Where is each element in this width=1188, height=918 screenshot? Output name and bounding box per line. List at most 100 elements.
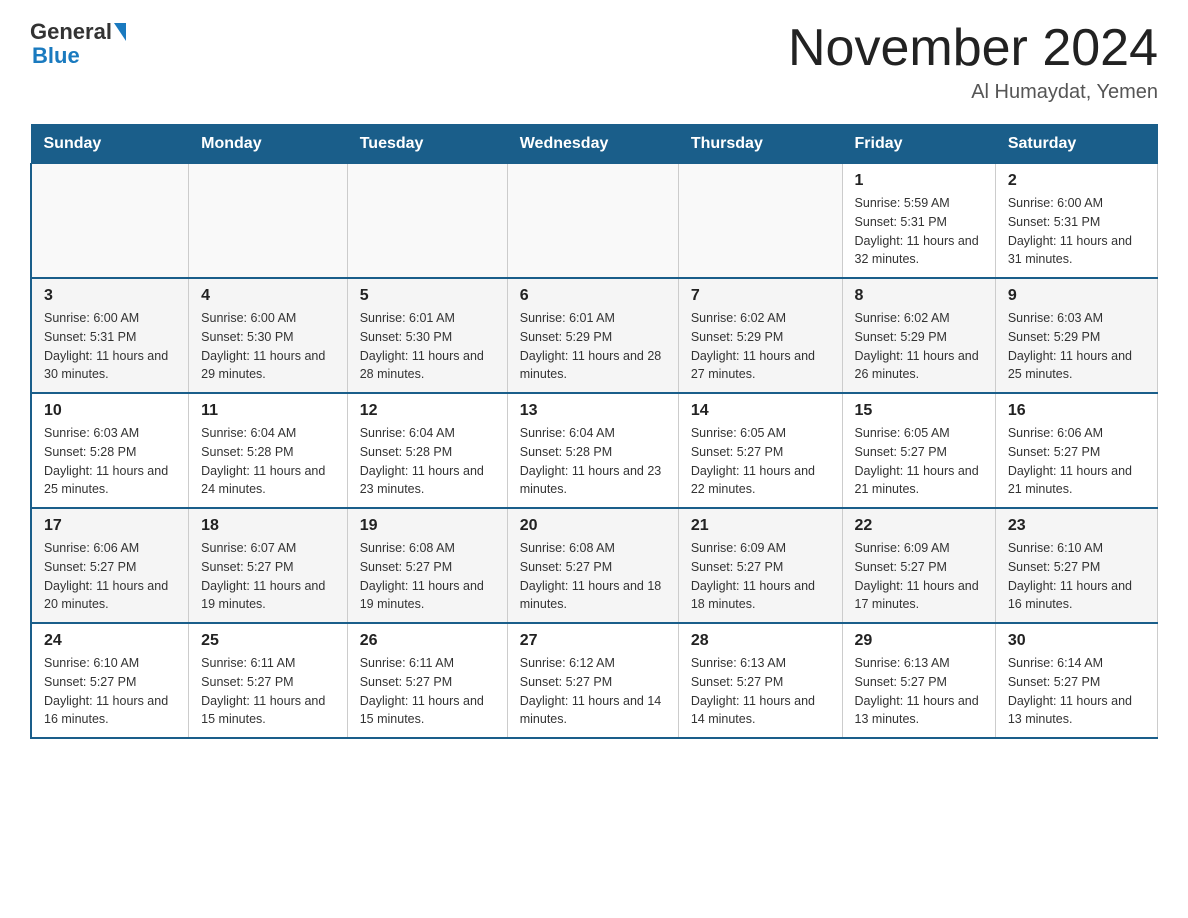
day-number: 18 (201, 517, 335, 535)
logo-triangle-icon (114, 23, 126, 41)
logo-text-blue: Blue (30, 44, 126, 68)
day-info: Sunrise: 6:10 AMSunset: 5:27 PMDaylight:… (44, 654, 176, 729)
calendar-cell: 8Sunrise: 6:02 AMSunset: 5:29 PMDaylight… (842, 278, 995, 393)
calendar-cell: 5 Sunrise: 6:01 AMSunset: 5:30 PMDaylight… (347, 278, 507, 393)
calendar-cell: 15 Sunrise: 6:05 AMSunset: 5:27 PMDayligh… (842, 393, 995, 508)
calendar-cell: 11 Sunrise: 6:04 AMSunset: 5:28 PMDayligh… (189, 393, 348, 508)
logo: General Blue (30, 20, 126, 68)
calendar-cell: 21 Sunrise: 6:09 AMSunset: 5:27 PMDayligh… (678, 508, 842, 623)
day-info: Sunrise: 6:04 AMSunset: 5:28 PMDaylight:… (360, 424, 495, 499)
calendar-cell: 9Sunrise: 6:03 AMSunset: 5:29 PMDaylight… (995, 278, 1157, 393)
day-info: Sunrise: 6:05 AMSunset: 5:27 PMDaylight:… (691, 424, 830, 499)
day-number: 19 (360, 517, 495, 535)
calendar-cell: 1 Sunrise: 5:59 AMSunset: 5:31 PMDaylight… (842, 164, 995, 279)
header-cell-sunday: Sunday (31, 125, 189, 164)
day-info: Sunrise: 6:01 AMSunset: 5:29 PMDaylight:… (520, 309, 666, 384)
calendar-cell: 3 Sunrise: 6:00 AMSunset: 5:31 PMDaylight… (31, 278, 189, 393)
header-cell-monday: Monday (189, 125, 348, 164)
title-section: November 2024 Al Humaydat, Yemen (788, 20, 1158, 104)
calendar-cell: 13 Sunrise: 6:04 AMSunset: 5:28 PMDayligh… (507, 393, 678, 508)
day-number: 30 (1008, 632, 1145, 650)
day-number: 2 (1008, 172, 1145, 190)
day-info: Sunrise: 6:01 AMSunset: 5:30 PMDaylight:… (360, 309, 495, 384)
day-number: 21 (691, 517, 830, 535)
calendar-cell: 20 Sunrise: 6:08 AMSunset: 5:27 PMDayligh… (507, 508, 678, 623)
day-info: Sunrise: 6:09 AMSunset: 5:27 PMDaylight:… (855, 539, 983, 614)
header-cell-saturday: Saturday (995, 125, 1157, 164)
day-info: Sunrise: 5:59 AMSunset: 5:31 PMDaylight:… (855, 194, 983, 269)
day-info: Sunrise: 6:08 AMSunset: 5:27 PMDaylight:… (360, 539, 495, 614)
day-info: Sunrise: 6:09 AMSunset: 5:27 PMDaylight:… (691, 539, 830, 614)
calendar-cell: 19 Sunrise: 6:08 AMSunset: 5:27 PMDayligh… (347, 508, 507, 623)
day-number: 1 (855, 172, 983, 190)
calendar-cell (678, 164, 842, 279)
day-info: Sunrise: 6:06 AMSunset: 5:27 PMDaylight:… (44, 539, 176, 614)
calendar-cell: 10Sunrise: 6:03 AMSunset: 5:28 PMDayligh… (31, 393, 189, 508)
calendar-cell: 27 Sunrise: 6:12 AMSunset: 5:27 PMDayligh… (507, 623, 678, 738)
day-number: 3 (44, 287, 176, 305)
day-number: 26 (360, 632, 495, 650)
calendar-cell: 23Sunrise: 6:10 AMSunset: 5:27 PMDayligh… (995, 508, 1157, 623)
day-number: 16 (1008, 402, 1145, 420)
day-number: 28 (691, 632, 830, 650)
header-cell-thursday: Thursday (678, 125, 842, 164)
calendar-cell: 24Sunrise: 6:10 AMSunset: 5:27 PMDayligh… (31, 623, 189, 738)
calendar-week-5: 24Sunrise: 6:10 AMSunset: 5:27 PMDayligh… (31, 623, 1158, 738)
calendar-cell (507, 164, 678, 279)
location-subtitle: Al Humaydat, Yemen (788, 81, 1158, 104)
calendar-cell (31, 164, 189, 279)
page-header: General Blue November 2024 Al Humaydat, … (30, 20, 1158, 104)
calendar-week-1: 1 Sunrise: 5:59 AMSunset: 5:31 PMDaylight… (31, 164, 1158, 279)
day-info: Sunrise: 6:04 AMSunset: 5:28 PMDaylight:… (201, 424, 335, 499)
calendar-cell: 14 Sunrise: 6:05 AMSunset: 5:27 PMDayligh… (678, 393, 842, 508)
day-info: Sunrise: 6:07 AMSunset: 5:27 PMDaylight:… (201, 539, 335, 614)
day-number: 20 (520, 517, 666, 535)
day-number: 9 (1008, 287, 1145, 305)
day-info: Sunrise: 6:03 AMSunset: 5:28 PMDaylight:… (44, 424, 176, 499)
calendar-cell: 29Sunrise: 6:13 AMSunset: 5:27 PMDayligh… (842, 623, 995, 738)
calendar-cell: 30Sunrise: 6:14 AMSunset: 5:27 PMDayligh… (995, 623, 1157, 738)
calendar-body: 1 Sunrise: 5:59 AMSunset: 5:31 PMDaylight… (31, 164, 1158, 739)
calendar-cell: 22Sunrise: 6:09 AMSunset: 5:27 PMDayligh… (842, 508, 995, 623)
calendar-cell: 17 Sunrise: 6:06 AMSunset: 5:27 PMDayligh… (31, 508, 189, 623)
calendar-cell: 6Sunrise: 6:01 AMSunset: 5:29 PMDaylight… (507, 278, 678, 393)
logo-text-general: General (30, 20, 112, 44)
calendar-cell (189, 164, 348, 279)
calendar-cell (347, 164, 507, 279)
day-info: Sunrise: 6:06 AMSunset: 5:27 PMDaylight:… (1008, 424, 1145, 499)
calendar-cell: 25 Sunrise: 6:11 AMSunset: 5:27 PMDayligh… (189, 623, 348, 738)
calendar-week-3: 10Sunrise: 6:03 AMSunset: 5:28 PMDayligh… (31, 393, 1158, 508)
calendar-cell: 2 Sunrise: 6:00 AMSunset: 5:31 PMDaylight… (995, 164, 1157, 279)
day-number: 29 (855, 632, 983, 650)
calendar-header: SundayMondayTuesdayWednesdayThursdayFrid… (31, 125, 1158, 164)
day-info: Sunrise: 6:08 AMSunset: 5:27 PMDaylight:… (520, 539, 666, 614)
calendar-cell: 7Sunrise: 6:02 AMSunset: 5:29 PMDaylight… (678, 278, 842, 393)
day-info: Sunrise: 6:13 AMSunset: 5:27 PMDaylight:… (691, 654, 830, 729)
day-info: Sunrise: 6:11 AMSunset: 5:27 PMDaylight:… (201, 654, 335, 729)
calendar-week-2: 3 Sunrise: 6:00 AMSunset: 5:31 PMDaylight… (31, 278, 1158, 393)
day-info: Sunrise: 6:00 AMSunset: 5:31 PMDaylight:… (1008, 194, 1145, 269)
day-number: 25 (201, 632, 335, 650)
day-number: 4 (201, 287, 335, 305)
calendar-cell: 18 Sunrise: 6:07 AMSunset: 5:27 PMDayligh… (189, 508, 348, 623)
calendar-table: SundayMondayTuesdayWednesdayThursdayFrid… (30, 124, 1158, 739)
day-info: Sunrise: 6:10 AMSunset: 5:27 PMDaylight:… (1008, 539, 1145, 614)
month-title: November 2024 (788, 20, 1158, 77)
day-info: Sunrise: 6:04 AMSunset: 5:28 PMDaylight:… (520, 424, 666, 499)
day-info: Sunrise: 6:12 AMSunset: 5:27 PMDaylight:… (520, 654, 666, 729)
day-number: 11 (201, 402, 335, 420)
day-number: 27 (520, 632, 666, 650)
day-number: 15 (855, 402, 983, 420)
header-cell-friday: Friday (842, 125, 995, 164)
day-info: Sunrise: 6:00 AMSunset: 5:30 PMDaylight:… (201, 309, 335, 384)
day-number: 5 (360, 287, 495, 305)
day-number: 13 (520, 402, 666, 420)
calendar-cell: 28 Sunrise: 6:13 AMSunset: 5:27 PMDayligh… (678, 623, 842, 738)
day-number: 17 (44, 517, 176, 535)
day-info: Sunrise: 6:00 AMSunset: 5:31 PMDaylight:… (44, 309, 176, 384)
day-info: Sunrise: 6:02 AMSunset: 5:29 PMDaylight:… (691, 309, 830, 384)
day-number: 12 (360, 402, 495, 420)
calendar-cell: 4 Sunrise: 6:00 AMSunset: 5:30 PMDaylight… (189, 278, 348, 393)
day-info: Sunrise: 6:05 AMSunset: 5:27 PMDaylight:… (855, 424, 983, 499)
day-number: 14 (691, 402, 830, 420)
